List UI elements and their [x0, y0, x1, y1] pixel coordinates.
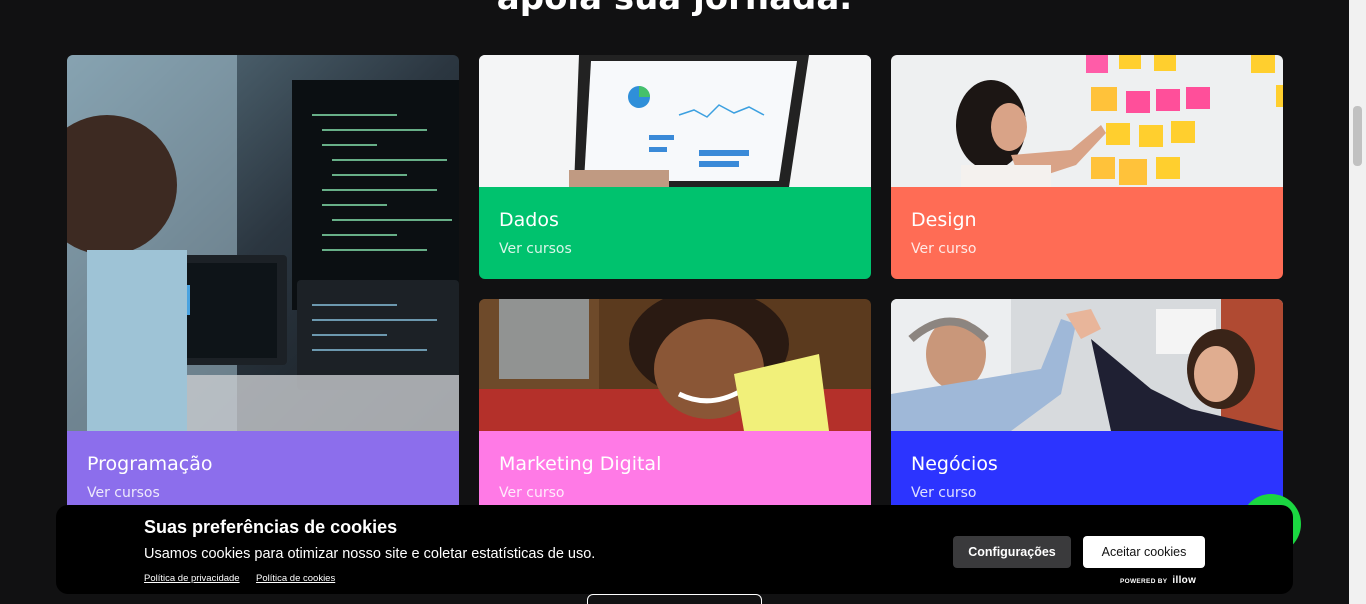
powered-by-label: POWERED BY	[1120, 578, 1168, 585]
card-label-band: Design Ver curso	[891, 187, 1283, 279]
marketing-photo	[479, 299, 871, 431]
see-courses-link[interactable]: Ver curso	[499, 485, 565, 501]
card-title: Design	[911, 209, 977, 231]
programming-photo	[67, 55, 459, 431]
category-card-programacao[interactable]: Programação Ver cursos	[67, 55, 459, 525]
see-courses-link[interactable]: Ver curso	[911, 241, 977, 257]
see-courses-link[interactable]: Ver curso	[911, 485, 977, 501]
section-cta-button[interactable]	[587, 594, 762, 604]
powered-by-badge[interactable]: POWERED BY illow	[1120, 575, 1196, 586]
cookie-settings-button[interactable]: Configurações	[953, 536, 1071, 568]
vertical-scrollbar[interactable]	[1349, 0, 1366, 604]
card-title: Programação	[87, 453, 213, 475]
privacy-policy-link[interactable]: Política de privacidade	[144, 573, 240, 584]
design-photo	[891, 55, 1283, 187]
category-card-dados[interactable]: Dados Ver cursos	[479, 55, 871, 279]
section-heading: apoia sua jornada.	[0, 0, 1349, 18]
accept-cookies-button[interactable]: Aceitar cookies	[1083, 536, 1205, 568]
illow-logo: illow	[1172, 575, 1197, 586]
cookie-banner: Suas preferências de cookies Usamos cook…	[56, 505, 1293, 594]
card-label-band: Dados Ver cursos	[479, 187, 871, 279]
see-courses-link[interactable]: Ver cursos	[87, 485, 160, 501]
cookie-title: Suas preferências de cookies	[144, 517, 398, 537]
category-card-design[interactable]: Design Ver curso	[891, 55, 1283, 279]
card-title: Marketing Digital	[499, 453, 662, 475]
cookie-policy-link[interactable]: Política de cookies	[256, 573, 335, 584]
card-title: Dados	[499, 209, 559, 231]
data-photo	[479, 55, 871, 187]
category-card-negocios[interactable]: Negócios Ver curso	[891, 299, 1283, 525]
scrollbar-thumb[interactable]	[1353, 106, 1362, 166]
card-title: Negócios	[911, 453, 998, 475]
business-photo	[891, 299, 1283, 431]
see-courses-link[interactable]: Ver cursos	[499, 241, 572, 257]
category-card-marketing-digital[interactable]: Marketing Digital Ver curso	[479, 299, 871, 525]
cookie-description: Usamos cookies para otimizar nosso site …	[144, 546, 596, 562]
